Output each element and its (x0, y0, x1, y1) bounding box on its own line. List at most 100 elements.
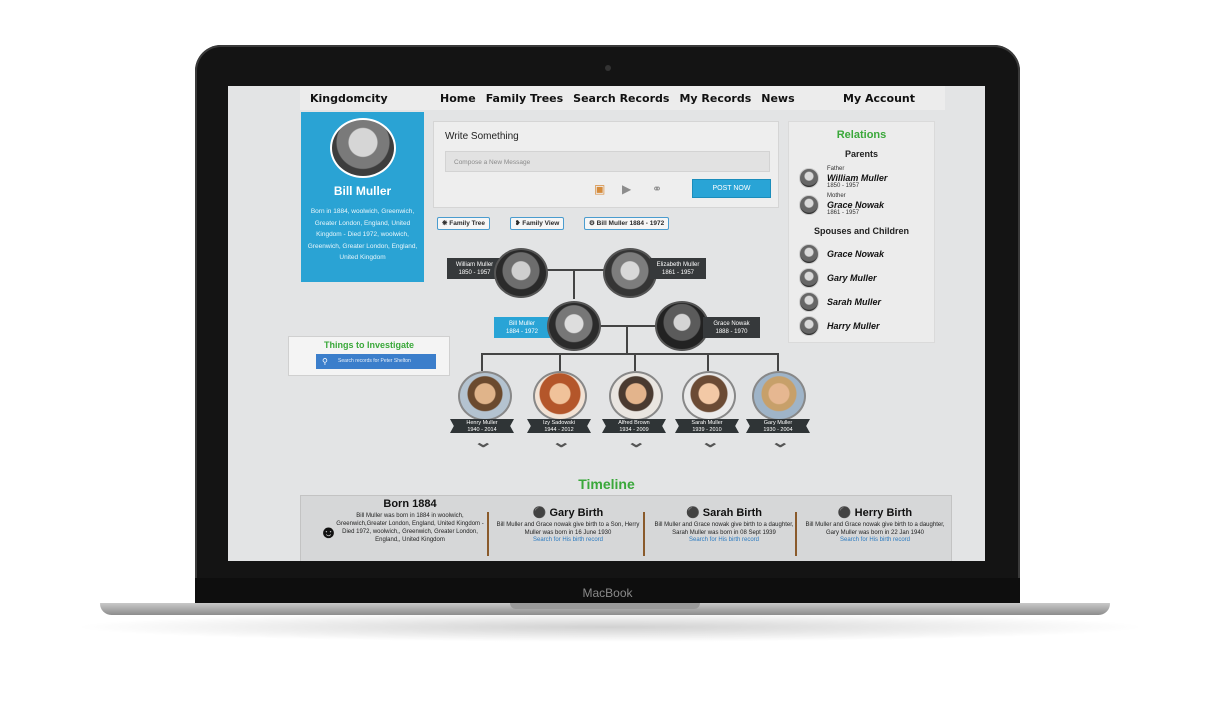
timeline-heading: Born 1884 (383, 498, 437, 510)
profile-name: Bill Muller (333, 184, 392, 198)
relation-child[interactable]: Sarah Muller (799, 292, 881, 312)
top-nav: Kingdomcity Home Family Trees Search Rec… (300, 86, 945, 110)
investigate-search-input[interactable]: ⚲ Search records for Peter Shelton (316, 354, 436, 369)
birth-record-link[interactable]: Search for His birth record (649, 537, 799, 543)
tree-connector (481, 353, 778, 355)
baby-icon: ☻ (319, 522, 338, 542)
tree-connector (707, 353, 709, 371)
tree-child-avatar[interactable] (609, 371, 663, 421)
tree-child-label[interactable]: Izy Sadowski 1944 - 2012 (527, 419, 591, 433)
laptop-shadow (70, 612, 1150, 642)
avatar (799, 268, 819, 288)
tree-node-years: 1888 - 1970 (715, 329, 748, 335)
tree-child-avatar[interactable] (682, 371, 736, 421)
tree-connector (777, 353, 779, 371)
tree-mother-avatar[interactable] (603, 248, 657, 298)
tree-node-name: Elizabeth Muller (656, 262, 700, 268)
tree-child-avatar[interactable] (533, 371, 587, 421)
birth-record-link[interactable]: Search for His birth record (801, 537, 949, 543)
chevron-down-icon[interactable]: ⌄ (770, 433, 790, 451)
camera-icon[interactable]: ▣ (594, 182, 605, 196)
timeline-divider (643, 512, 645, 556)
nav-my-account[interactable]: My Account (843, 92, 915, 105)
tree-father-avatar[interactable] (494, 248, 548, 298)
birth-record-link[interactable]: Search for His birth record (493, 537, 643, 543)
tree-spouse-label[interactable]: Grace Nowak 1888 - 1970 (703, 317, 760, 338)
tree-child-label[interactable]: Alfred Brown 1934 - 2009 (602, 419, 666, 433)
tree-child-label[interactable]: Henry Muller 1940 - 2014 (450, 419, 514, 433)
avatar (799, 168, 819, 188)
timeline-event: ⚫ Gary Birth Bill Muller and Grace nowak… (493, 496, 643, 561)
post-now-button[interactable]: POST NOW (692, 179, 771, 198)
tree-child-label[interactable]: Sarah Muller 1939 - 2010 (675, 419, 739, 433)
tab-family-view[interactable]: ❥ Family View (510, 217, 565, 230)
chevron-down-icon[interactable]: ⌄ (473, 433, 493, 451)
site-logo[interactable]: Kingdomcity (310, 92, 440, 105)
nav-news[interactable]: News (761, 92, 794, 105)
tree-self-avatar[interactable] (547, 301, 601, 351)
tree-connector (573, 269, 575, 299)
tab-family-view-label: Family View (522, 220, 560, 227)
nav-family-trees[interactable]: Family Trees (486, 92, 563, 105)
timeline-divider (795, 512, 797, 556)
nav-my-records[interactable]: My Records (679, 92, 751, 105)
timeline-heading-text: Gary Birth (549, 507, 604, 519)
camera-icon (605, 65, 611, 71)
laptop-notch (510, 603, 700, 609)
relation-child[interactable]: Gary Muller (799, 268, 877, 288)
tree-node-years: 1861 - 1957 (661, 270, 695, 276)
link-icon[interactable]: ⚭ (652, 182, 662, 196)
stroller-icon: ⚫ (837, 507, 852, 519)
nav-home[interactable]: Home (440, 92, 476, 105)
tab-bill-muller[interactable]: ⚙ Bill Muller 1884 - 1972 (584, 217, 670, 230)
laptop-brand: MacBook (582, 586, 633, 600)
timeline-event: ⚫ Herry Birth Bill Muller and Grace nowa… (801, 496, 949, 561)
chevron-down-icon[interactable]: ⌄ (551, 433, 571, 451)
timeline-heading: ⚫ Herry Birth (801, 506, 949, 519)
tree-child-avatar[interactable] (458, 371, 512, 421)
video-icon[interactable]: ▶ (622, 182, 631, 196)
screen: Kingdomcity Home Family Trees Search Rec… (228, 86, 985, 561)
tree-child-label[interactable]: Gary Muller 1930 - 2004 (746, 419, 810, 433)
timeline-text: Bill Muller and Grace nowak give birth t… (805, 522, 945, 536)
tree-connector (634, 353, 636, 371)
chevron-down-icon[interactable]: ⌄ (700, 433, 720, 451)
relation-name: Grace Nowak (827, 249, 885, 259)
tree-self-label[interactable]: Bill Muller 1884 - 1972 (494, 317, 550, 338)
timeline-heading-text: Herry Birth (854, 507, 913, 519)
relation-name: Gary Muller (827, 273, 877, 283)
timeline-heading-text: Sarah Birth (702, 507, 763, 519)
things-title: Things to Investigate (323, 340, 414, 350)
relation-years: 1850 - 1957 (827, 183, 860, 189)
spouses-heading: Spouses and Children (813, 226, 909, 236)
profile-avatar[interactable] (329, 118, 396, 178)
tab-family-tree[interactable]: ❋ Family Tree (437, 217, 491, 230)
tree-connector (481, 353, 483, 371)
timeline-divider (487, 512, 489, 556)
timeline-title: Timeline (578, 476, 635, 492)
things-to-investigate: Things to Investigate ⚲ Search records f… (288, 336, 450, 376)
tree-spouse-avatar[interactable] (655, 301, 709, 351)
laptop-chin: MacBook (195, 578, 1020, 606)
timeline-heading: ⚫ Gary Birth (493, 506, 643, 519)
compose-message-input[interactable]: Compose a New Message (445, 151, 770, 172)
composer-title: Write Something (445, 131, 519, 142)
relation-spouse[interactable]: Grace Nowak (799, 244, 884, 264)
relation-father[interactable]: Father William Muller 1850 - 1957 (799, 166, 887, 190)
avatar (799, 292, 819, 312)
investigate-search-placeholder: Search records for Peter Shelton (338, 358, 411, 364)
chevron-down-icon[interactable]: ⌄ (626, 433, 646, 451)
relation-mother[interactable]: Mother Grace Nowak 1861 - 1957 (799, 193, 884, 217)
nav-search-records[interactable]: Search Records (573, 92, 669, 105)
tree-child-avatar[interactable] (752, 371, 806, 421)
relation-name: William Muller (827, 173, 888, 183)
search-icon: ⚲ (322, 357, 328, 366)
stroller-icon: ⚫ (532, 507, 547, 519)
relations-title: Relations (836, 129, 887, 141)
tree-mother-label[interactable]: Elizabeth Muller 1861 - 1957 (650, 258, 706, 279)
relation-years: 1861 - 1957 (827, 210, 860, 216)
relations-panel: Relations Parents Father William Muller … (788, 121, 935, 343)
relation-child[interactable]: Harry Muller (799, 316, 880, 336)
relation-name: Harry Muller (827, 321, 880, 331)
timeline-text: Bill Muller and Grace nowak give birth t… (654, 522, 794, 536)
